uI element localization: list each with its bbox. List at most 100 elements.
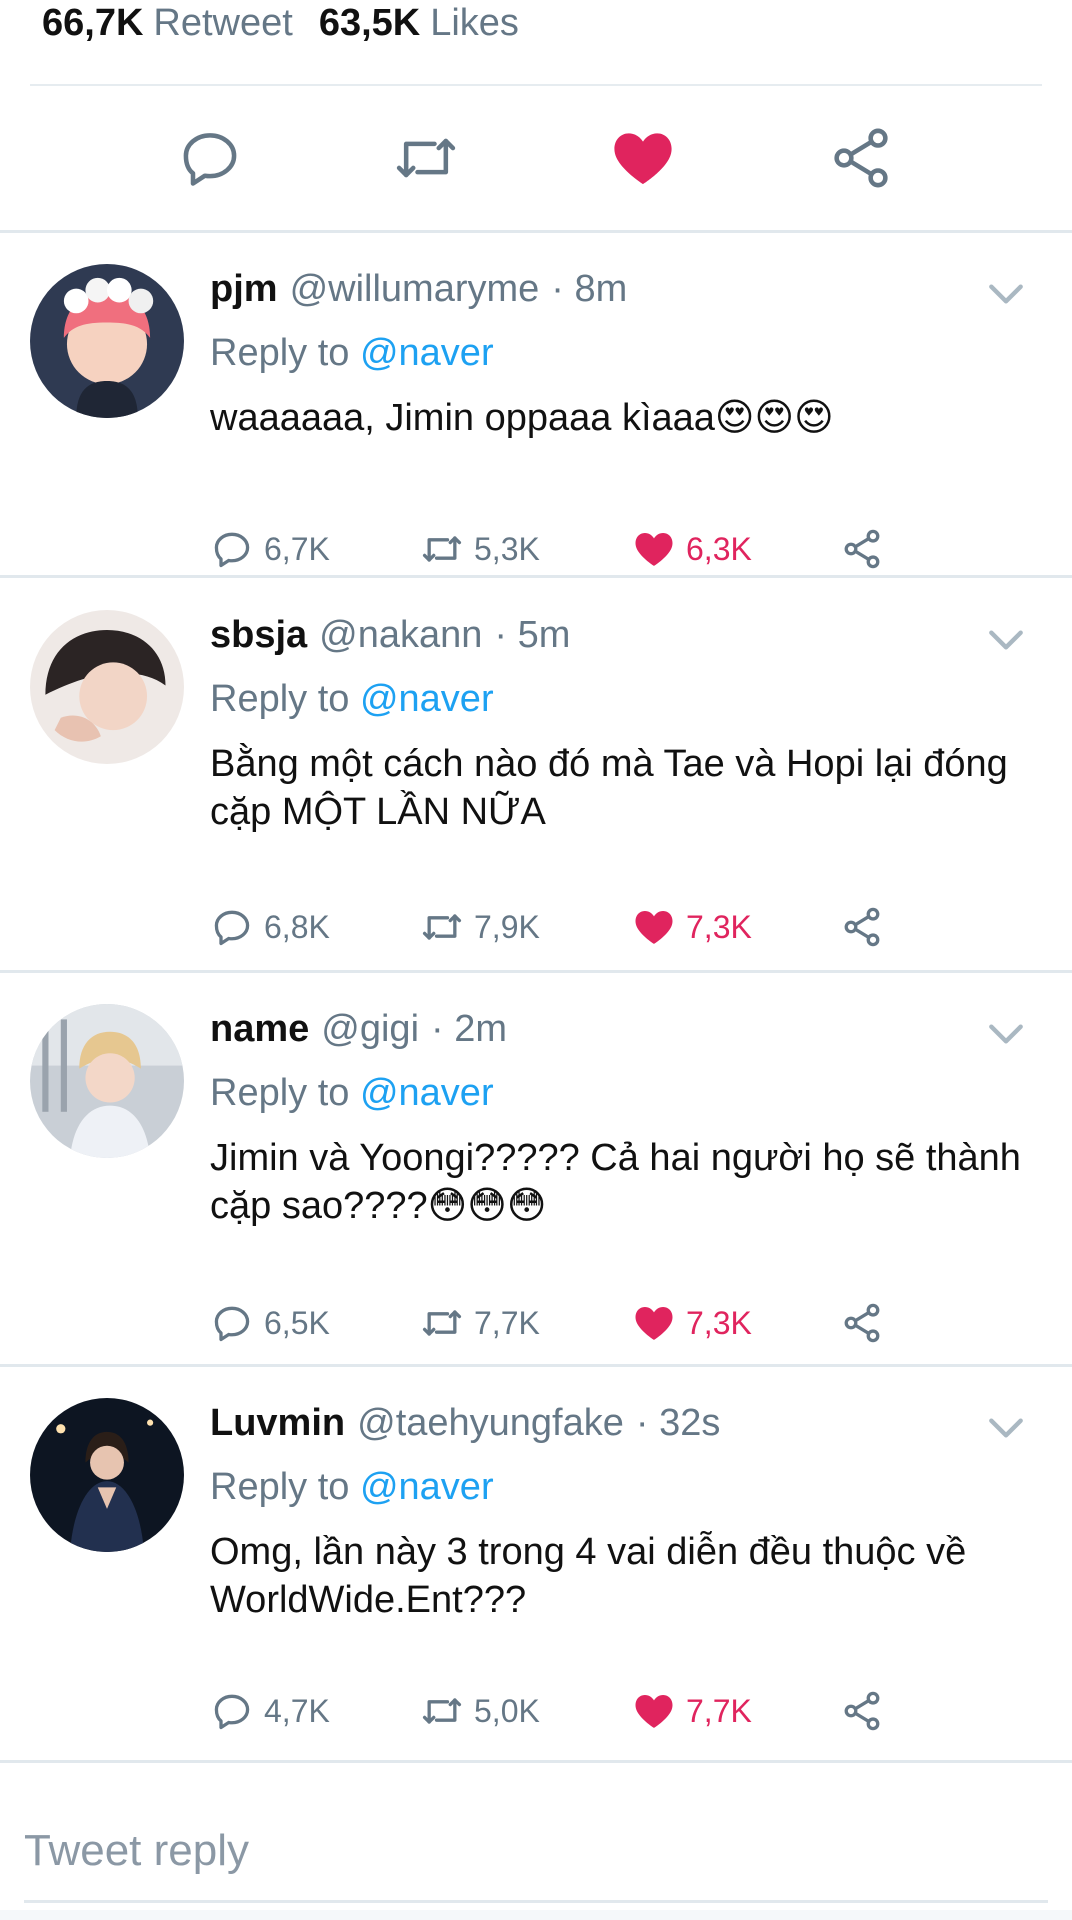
- divider: [30, 84, 1042, 86]
- handle[interactable]: @nakann: [319, 614, 482, 657]
- heart-icon: [635, 533, 673, 566]
- main-tweet-actions: [0, 118, 1072, 198]
- share-icon: [844, 1691, 880, 1731]
- share-icon: [844, 529, 880, 569]
- reply-to-label: Reply to: [210, 332, 350, 374]
- retweet-count: 7,7K: [474, 1304, 540, 1341]
- share-button[interactable]: [840, 1298, 894, 1348]
- tweet-text: Omg, lần này 3 trong 4 vai diễn đều thuộ…: [210, 1531, 967, 1621]
- reply-tweet[interactable]: pjm @willumaryme · 8m Reply to @naver wa…: [0, 234, 1072, 580]
- chevron-down-icon[interactable]: [984, 1012, 1028, 1056]
- reply-button[interactable]: 6,8K: [210, 902, 330, 952]
- share-button[interactable]: [840, 524, 894, 574]
- like-button[interactable]: 6,3K: [632, 524, 752, 574]
- reply-button[interactable]: 6,5K: [210, 1298, 330, 1348]
- retweet-icon: [422, 536, 462, 562]
- bottom-band: [0, 1910, 1072, 1920]
- avatar-image: [30, 1004, 184, 1158]
- handle[interactable]: @willumaryme: [290, 268, 540, 311]
- share-button[interactable]: [840, 1686, 894, 1736]
- retweet-icon: [422, 914, 462, 940]
- tweet-text: Bằng một cách nào đó mà Tae và Hopi lại …: [210, 743, 1008, 833]
- retweet-button[interactable]: 5,0K: [420, 1686, 540, 1736]
- like-count: 7,3K: [686, 1304, 752, 1341]
- mention-link[interactable]: @naver: [360, 1466, 494, 1508]
- reply-count: 6,7K: [264, 530, 330, 567]
- reply-tweet[interactable]: name @gigi · 2m Reply to @naver Jimin và…: [0, 974, 1072, 1343]
- reply-icon: [214, 1694, 250, 1730]
- reply-button[interactable]: 4,7K: [210, 1686, 330, 1736]
- chevron-down-icon[interactable]: [984, 618, 1028, 662]
- main-share-button[interactable]: [821, 118, 901, 198]
- avatar[interactable]: [30, 610, 184, 764]
- handle[interactable]: @taehyungfake: [357, 1402, 624, 1445]
- heart-icon: [635, 911, 673, 944]
- chevron-down-icon[interactable]: [984, 272, 1028, 316]
- avatar[interactable]: [30, 1398, 184, 1552]
- input-underline: [24, 1900, 1048, 1903]
- display-name[interactable]: sbsja: [210, 614, 307, 657]
- retweet-button[interactable]: 5,3K: [420, 524, 540, 574]
- retweet-icon: [422, 1698, 462, 1724]
- reply-to-line: Reply to @naver: [210, 678, 494, 721]
- mention-link[interactable]: @naver: [360, 332, 494, 374]
- display-name[interactable]: pjm: [210, 268, 278, 311]
- reply-to-label: Reply to: [210, 678, 350, 720]
- reply-to-label: Reply to: [210, 1072, 350, 1114]
- avatar[interactable]: [30, 1004, 184, 1158]
- like-count: 7,3K: [686, 908, 752, 945]
- heart-icon: [635, 1695, 673, 1728]
- display-name[interactable]: Luvmin: [210, 1402, 345, 1445]
- reply-to-line: Reply to @naver: [210, 1466, 494, 1509]
- reply-header: Luvmin @taehyungfake · 32s: [210, 1398, 720, 1448]
- tweet-reply-input[interactable]: Tweet reply: [24, 1826, 249, 1876]
- chevron-down-icon[interactable]: [984, 1406, 1028, 1450]
- likes-label[interactable]: Likes: [430, 2, 519, 45]
- handle[interactable]: @gigi: [321, 1008, 419, 1051]
- display-name[interactable]: name: [210, 1008, 309, 1051]
- mention-link[interactable]: @naver: [360, 1072, 494, 1114]
- reply-to-line: Reply to @naver: [210, 332, 494, 375]
- avatar[interactable]: [30, 264, 184, 418]
- like-count: 7,7K: [686, 1692, 752, 1729]
- timestamp: · 2m: [431, 1007, 508, 1050]
- retweet-icon: [396, 138, 456, 178]
- like-button[interactable]: 7,3K: [632, 902, 752, 952]
- timestamp: · 8m: [551, 267, 628, 310]
- avatar-image: [30, 264, 184, 418]
- like-count: 6,3K: [686, 530, 752, 567]
- share-icon: [844, 907, 880, 947]
- tweet-actions: 6,7K 5,3K 6,3K: [210, 524, 910, 574]
- retweet-button[interactable]: 7,7K: [420, 1298, 540, 1348]
- reply-icon: [214, 532, 250, 568]
- retweets-label[interactable]: Retweet: [153, 2, 292, 45]
- reply-count: 6,5K: [264, 1304, 330, 1341]
- main-reply-button[interactable]: [170, 118, 250, 198]
- divider: [0, 1364, 1072, 1367]
- like-button[interactable]: 7,7K: [632, 1686, 752, 1736]
- share-button[interactable]: [840, 902, 894, 952]
- reply-icon: [214, 910, 250, 946]
- main-retweet-button[interactable]: [386, 118, 466, 198]
- reply-icon: [214, 1306, 250, 1342]
- tweet-text: Jimin và Yoongi????? Cả hai người họ sẽ …: [210, 1137, 1021, 1227]
- share-icon: [844, 1303, 880, 1343]
- tweet-stats: 66,7K Retweet 63,5K Likes: [42, 0, 519, 46]
- reply-header: name @gigi · 2m: [210, 1004, 507, 1054]
- mention-link[interactable]: @naver: [360, 678, 494, 720]
- retweet-count: 7,9K: [474, 908, 540, 945]
- likes-count[interactable]: 63,5K: [319, 2, 420, 45]
- retweet-count: 5,3K: [474, 530, 540, 567]
- retweet-icon: [422, 1310, 462, 1336]
- retweet-button[interactable]: 7,9K: [420, 902, 540, 952]
- reply-button[interactable]: 6,7K: [210, 524, 330, 574]
- reply-tweet[interactable]: sbsja @nakann · 5m Reply to @naver Bằng …: [0, 580, 1072, 947]
- reply-tweet[interactable]: Luvmin @taehyungfake · 32s Reply to @nav…: [0, 1368, 1072, 1731]
- tweet-actions: 6,8K 7,9K 7,3K: [210, 902, 910, 952]
- timestamp: · 5m: [494, 613, 571, 656]
- reply-header: sbsja @nakann · 5m: [210, 610, 570, 660]
- retweet-count: 5,0K: [474, 1692, 540, 1729]
- retweets-count[interactable]: 66,7K: [42, 2, 143, 45]
- like-button[interactable]: 7,3K: [632, 1298, 752, 1348]
- main-like-button[interactable]: [603, 118, 683, 198]
